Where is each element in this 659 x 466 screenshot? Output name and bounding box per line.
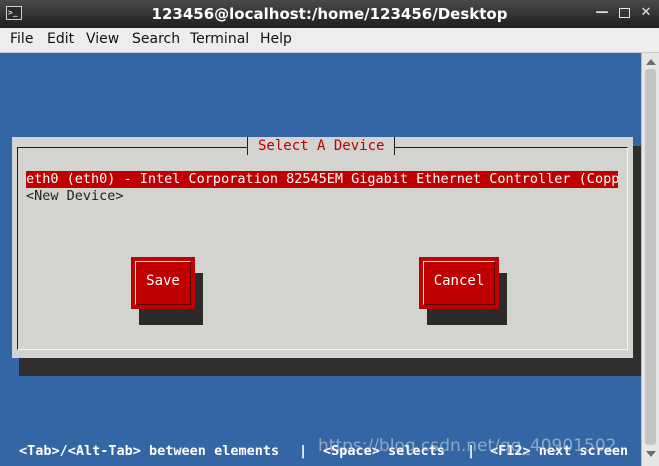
dialog-shadow [19, 357, 641, 376]
dialog-title: Select A Device [247, 137, 396, 155]
menu-help[interactable]: Help [260, 31, 292, 47]
menu-search[interactable]: Search [132, 31, 180, 47]
terminal-scrollbar[interactable] [641, 53, 659, 466]
save-button[interactable]: Save [131, 257, 195, 309]
maximize-icon[interactable] [616, 5, 632, 21]
scrollbar-thumb[interactable] [645, 69, 656, 445]
close-icon[interactable]: ✕ [638, 5, 654, 21]
minimize-icon[interactable]: — [594, 5, 610, 21]
window-title: 123456@localhost:/home/123456/Desktop [151, 5, 508, 23]
status-separator: | [299, 443, 308, 459]
save-button-label: Save [135, 261, 191, 305]
cancel-button-label: Cancel [423, 261, 495, 305]
window-titlebar[interactable]: >_ 123456@localhost:/home/123456/Desktop… [0, 0, 659, 28]
status-tab-hint: <Tab>/<Alt-Tab> between elements [19, 443, 280, 459]
menubar: File Edit View Search Terminal Help [0, 28, 659, 53]
watermark: https://blog.csdn.net/qq_40901502 [318, 436, 617, 456]
scroll-up-icon[interactable] [646, 59, 656, 65]
cancel-button[interactable]: Cancel [419, 257, 499, 309]
menu-file[interactable]: File [10, 31, 33, 47]
menu-view[interactable]: View [86, 31, 119, 47]
menu-edit[interactable]: Edit [47, 31, 74, 47]
dialog-shadow-right [633, 146, 641, 376]
select-device-dialog: Select A Device eth0 (eth0) - Intel Corp… [12, 137, 633, 358]
device-item-eth0[interactable]: eth0 (eth0) - Intel Corporation 82545EM … [26, 171, 618, 188]
device-list[interactable]: eth0 (eth0) - Intel Corporation 82545EM … [26, 171, 618, 205]
device-item-new[interactable]: <New Device> [26, 188, 618, 205]
menu-terminal[interactable]: Terminal [190, 31, 249, 47]
